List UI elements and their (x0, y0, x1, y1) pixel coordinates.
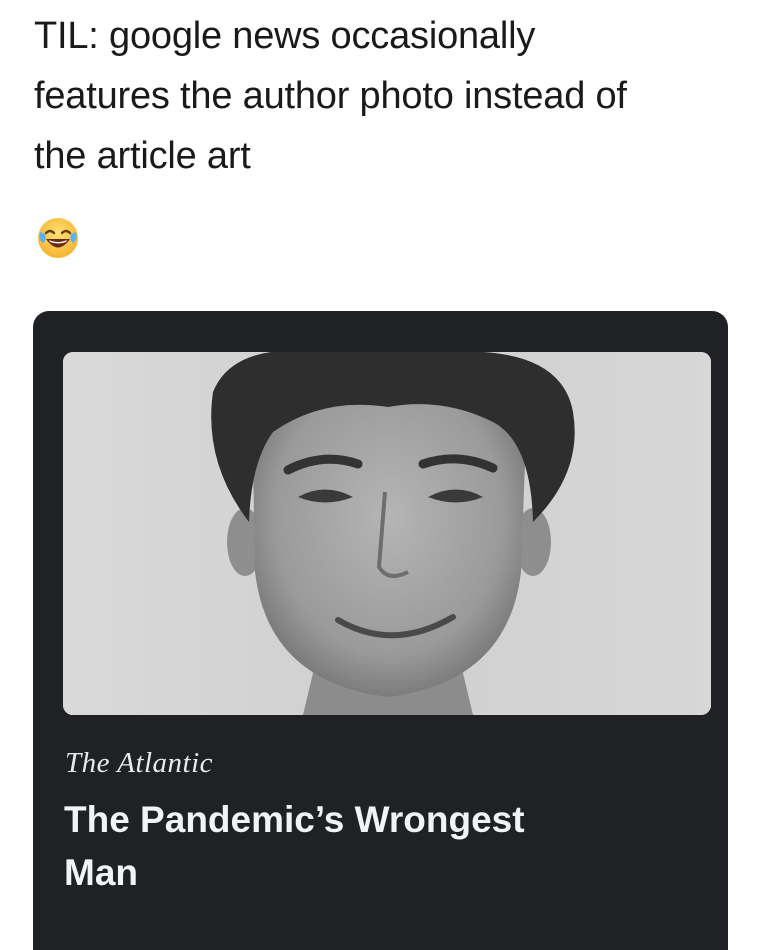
headline-line-2[interactable]: Man (64, 846, 684, 899)
post-text-line-3: the article art (34, 135, 251, 177)
publisher-name: The Atlantic (65, 747, 214, 779)
news-card[interactable]: The Atlantic The Pandemic’s Wrongest Man (33, 311, 728, 950)
post-text: TIL: google news occasionally features t… (34, 6, 734, 186)
post-text-line-1: TIL: google news occasionally (34, 15, 536, 57)
headline-line-1[interactable]: The Pandemic’s Wrongest (64, 793, 684, 846)
author-photo[interactable] (63, 352, 711, 715)
article-headline[interactable]: The Pandemic’s Wrongest Man (64, 793, 684, 899)
post-text-line-2: features the author photo instead of (34, 75, 627, 117)
face-with-tears-of-joy-icon (36, 216, 80, 260)
